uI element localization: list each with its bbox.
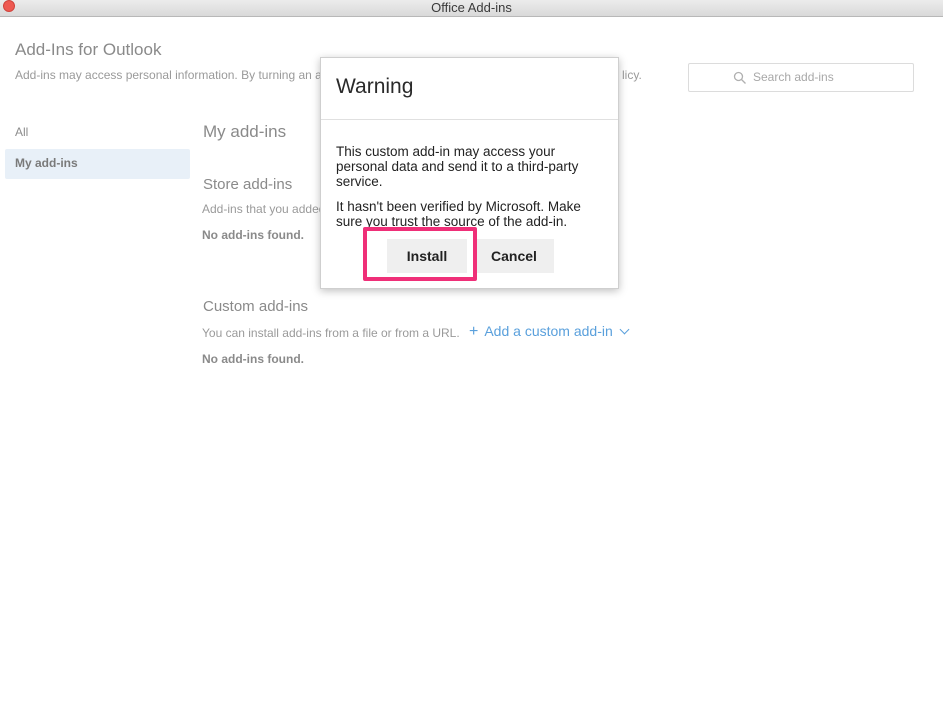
page-subtitle: Add-ins may access personal information.… xyxy=(15,68,322,82)
title-bar: Office Add-ins xyxy=(0,0,943,17)
search-placeholder: Search add-ins xyxy=(753,70,834,84)
sidebar-item-all[interactable]: All xyxy=(15,125,28,139)
plus-icon: + xyxy=(469,323,479,340)
custom-empty-message: No add-ins found. xyxy=(202,352,304,366)
custom-add-ins-description: You can install add-ins from a file or f… xyxy=(202,326,460,340)
install-highlight-box xyxy=(363,227,477,281)
search-icon xyxy=(733,71,746,84)
section-heading-my-add-ins: My add-ins xyxy=(203,122,287,141)
add-custom-add-in-label: Add a custom add-in xyxy=(484,323,613,339)
store-add-ins-description: Add-ins that you added xyxy=(202,202,326,216)
dialog-divider xyxy=(321,119,618,120)
add-custom-add-in-link[interactable]: + Add a custom add-in xyxy=(469,323,630,341)
store-add-ins-heading: Store add-ins xyxy=(203,176,293,193)
page-subtitle-tail: licy. xyxy=(622,68,642,82)
store-empty-message: No add-ins found. xyxy=(202,228,304,242)
window-title: Office Add-ins xyxy=(431,0,512,15)
dialog-title: Warning xyxy=(336,75,414,98)
chevron-down-icon xyxy=(619,324,630,335)
sidebar-item-label: My add-ins xyxy=(15,156,78,170)
page-title: Add-Ins for Outlook xyxy=(15,40,162,59)
dialog-message-1: This custom add-in may access your perso… xyxy=(336,144,579,189)
dialog-message-2: It hasn't been verified by Microsoft. Ma… xyxy=(336,199,581,229)
search-input[interactable]: Search add-ins xyxy=(688,63,914,92)
cancel-button[interactable]: Cancel xyxy=(474,239,554,273)
custom-add-ins-heading: Custom add-ins xyxy=(203,298,309,315)
sidebar-item-my-add-ins[interactable]: My add-ins xyxy=(5,149,190,179)
